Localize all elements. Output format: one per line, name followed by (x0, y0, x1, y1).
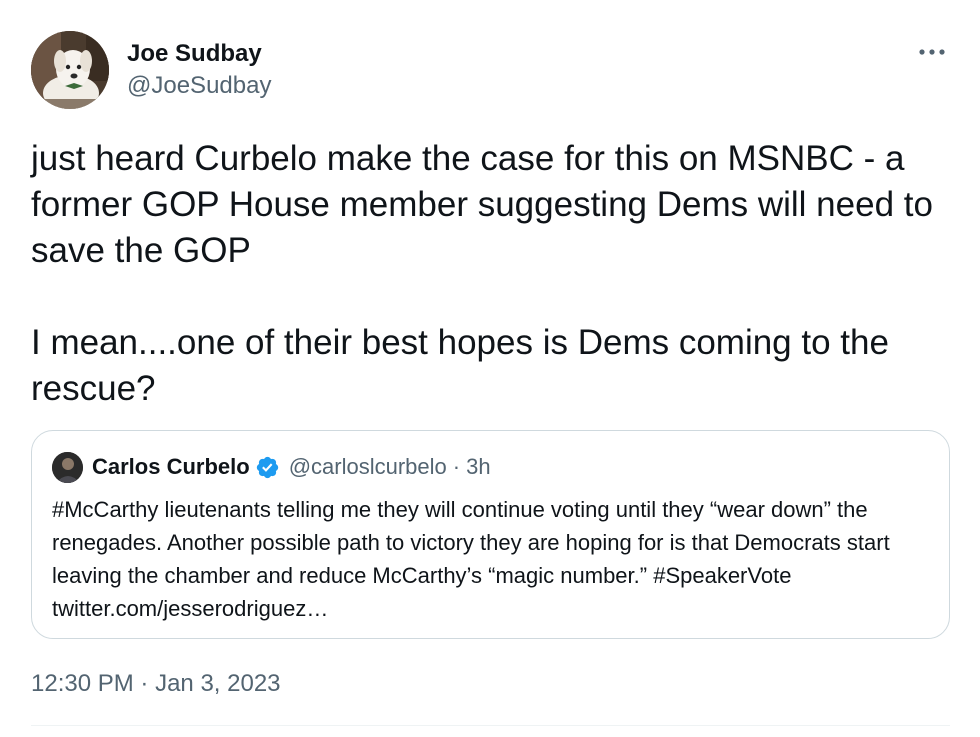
timestamp-separator: · (140, 670, 149, 697)
quoted-author-name[interactable]: Carlos Curbelo (92, 454, 250, 480)
dog-avatar-image (31, 31, 109, 109)
tweet-timestamp: 12:30 PM · Jan 3, 2023 (31, 668, 281, 700)
quoted-author-handle[interactable]: @carloslcurbelo (289, 454, 447, 480)
quoted-author-avatar[interactable] (52, 451, 83, 483)
quoted-separator: · (452, 454, 461, 479)
author-handle[interactable]: @JoeSudbay (127, 70, 271, 102)
author-display-name[interactable]: Joe Sudbay (127, 38, 271, 70)
person-avatar-image (52, 451, 83, 483)
tweet-card: Joe Sudbay @JoeSudbay just heard Curbelo… (0, 0, 980, 737)
author-avatar[interactable] (31, 31, 109, 109)
quoted-tweet-time[interactable]: 3h (466, 454, 490, 480)
more-options-button[interactable] (914, 40, 950, 64)
quoted-tweet-text: #McCarthy lieutenants telling me they wi… (52, 497, 890, 621)
quoted-tweet-header: Carlos Curbelo @carloslcurbelo · 3h (52, 451, 491, 483)
author-info: Joe Sudbay @JoeSudbay (127, 38, 271, 102)
verified-badge-icon (256, 456, 278, 478)
divider (31, 725, 950, 726)
tweet-time[interactable]: 12:30 PM (31, 670, 134, 697)
quoted-tweet[interactable]: Carlos Curbelo @carloslcurbelo · 3h #McC… (31, 430, 950, 639)
tweet-text: just heard Curbelo make the case for thi… (31, 139, 933, 408)
more-dots-icon (919, 49, 945, 55)
tweet-date[interactable]: Jan 3, 2023 (155, 670, 280, 697)
